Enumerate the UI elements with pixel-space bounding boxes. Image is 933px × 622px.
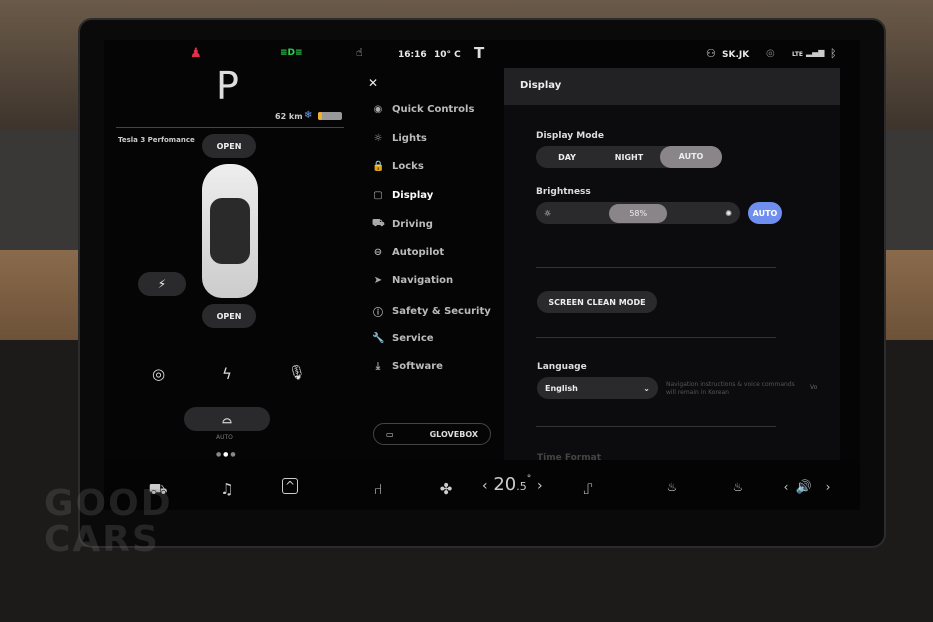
wiper-mode: AUTO: [216, 434, 233, 441]
display-settings-panel: Display Display Mode DAY NIGHT AUTO Brig…: [504, 68, 840, 508]
open-frunk-button[interactable]: OPEN: [202, 134, 256, 158]
music-icon[interactable]: ♫: [215, 480, 239, 498]
steering-wheel-icon: ⊖: [373, 247, 383, 258]
brightness-high-icon: ✺: [725, 208, 732, 218]
screen-clean-mode-button[interactable]: SCREEN CLEAN MODE: [537, 291, 657, 313]
outside-temp: 10° C: [434, 50, 461, 60]
volume-up-button[interactable]: ›: [816, 480, 840, 494]
menu-item-driving[interactable]: ⛟ Driving: [372, 218, 433, 231]
seatbelt-warning-icon: ♟: [190, 46, 202, 61]
mode-auto[interactable]: AUTO: [660, 146, 722, 168]
navigation-icon: ➤: [373, 275, 383, 286]
menu-item-service[interactable]: 🔧 Service: [372, 333, 434, 344]
panel-title: Display: [504, 68, 840, 105]
passenger-seat-heater-icon[interactable]: ⑀: [576, 480, 600, 498]
car-top-view: [202, 164, 258, 298]
display-icon: ▢: [373, 190, 383, 201]
volume-icon[interactable]: 🔊: [792, 480, 816, 495]
divider: [536, 267, 776, 268]
menu-item-autopilot[interactable]: ⊖ Autopilot: [372, 247, 444, 258]
lock-icon: 🔒: [372, 161, 385, 172]
mode-day[interactable]: DAY: [536, 153, 598, 162]
brightness-low-icon: ☼: [544, 208, 552, 218]
signal-bars-icon: ▂▄▆: [806, 48, 825, 57]
language-select[interactable]: English ⌄: [537, 377, 658, 399]
gear-indicator: P: [216, 64, 239, 108]
charge-port-button[interactable]: ⚡: [138, 272, 186, 296]
front-defrost-icon[interactable]: ♨: [660, 480, 684, 494]
climate-snowflake-icon: ❄: [304, 110, 313, 121]
voice-label-cut: Vo: [810, 384, 818, 391]
clock: 16:16: [398, 50, 427, 60]
menu-item-display[interactable]: ▢ Display: [372, 190, 433, 201]
rear-defrost-icon[interactable]: ♨: [726, 480, 750, 494]
lock-status-icon: ☝: [356, 46, 363, 59]
divider: [536, 426, 776, 427]
lte-signal: LTE: [792, 51, 804, 58]
brightness-auto-button[interactable]: AUTO: [748, 202, 782, 224]
battery-icon: [318, 112, 342, 120]
brightness-value: 58%: [609, 203, 668, 223]
menu-item-locks[interactable]: 🔒 Locks: [372, 161, 424, 172]
wiper-icon: ⌓: [222, 411, 232, 426]
download-icon: ⤓: [375, 361, 381, 372]
headlights-icon: ≡D≡: [280, 48, 303, 58]
wrench-icon: 🔧: [372, 333, 385, 344]
close-icon[interactable]: ✕: [368, 76, 378, 90]
app-launcher-icon[interactable]: ^: [282, 478, 298, 494]
touchscreen: ♟ ≡D≡ ☝ 16:16 10° C T ⚇ SK.JK ◎ LTE ▂▄▆ …: [104, 40, 860, 510]
divider: [536, 337, 776, 338]
profile-icon[interactable]: ⚇: [706, 47, 716, 60]
cabin-temperature[interactable]: ‹ 20.5° ›: [482, 474, 543, 495]
watermark-logo: GOOD CARS: [44, 483, 173, 560]
menu-item-navigation[interactable]: ➤ Navigation: [372, 275, 453, 286]
menu-item-safety-security[interactable]: ⓘ Safety & Security: [372, 304, 491, 319]
glovebox-icon: ▭: [386, 429, 394, 439]
menu-item-software[interactable]: ⤓ Software: [372, 361, 443, 372]
temp-down-button[interactable]: ‹: [482, 478, 488, 494]
driver-seat-heater-icon[interactable]: ⑁: [366, 480, 390, 498]
page-dots[interactable]: ● ● ●: [216, 451, 236, 458]
profile-name[interactable]: SK.JK: [722, 50, 749, 60]
range: 62 km: [275, 112, 303, 121]
menu-item-quick-controls[interactable]: ◉ Quick Controls: [372, 104, 475, 115]
language-label: Language: [537, 362, 587, 372]
mode-night[interactable]: NIGHT: [598, 153, 660, 162]
brightness-slider[interactable]: ☼ 58% ✺: [536, 202, 740, 224]
chevron-down-icon: ⌄: [643, 383, 650, 393]
brightness-label: Brightness: [536, 187, 591, 197]
fan-icon[interactable]: ✤: [434, 480, 458, 498]
toggle-icon: ◉: [373, 104, 383, 115]
display-mode-segmented: DAY NIGHT AUTO: [536, 146, 722, 168]
glovebox-button[interactable]: ▭ GLOVEBOX: [373, 423, 491, 445]
temp-up-button[interactable]: ›: [537, 478, 543, 494]
dashcam-icon[interactable]: ◎: [152, 365, 165, 383]
tesla-logo[interactable]: T: [474, 44, 484, 62]
car-icon: ⛟: [372, 218, 385, 229]
camera-icon: ◎: [766, 48, 775, 59]
lightning-icon[interactable]: ϟ: [222, 365, 232, 383]
open-trunk-button[interactable]: OPEN: [202, 304, 256, 328]
bluetooth-icon[interactable]: ᛒ: [830, 47, 837, 60]
language-note: Navigation instructions & voice commands…: [666, 381, 795, 396]
divider: [116, 127, 344, 128]
menu-item-lights[interactable]: ☼ Lights: [372, 133, 427, 144]
wiper-button[interactable]: ⌓: [184, 407, 270, 431]
alert-icon: ⓘ: [373, 308, 383, 319]
display-mode-label: Display Mode: [536, 131, 604, 141]
microphone-icon[interactable]: 🎙: [288, 365, 306, 381]
light-icon: ☼: [373, 133, 383, 144]
car-name: Tesla 3 Perfomance: [118, 136, 195, 144]
